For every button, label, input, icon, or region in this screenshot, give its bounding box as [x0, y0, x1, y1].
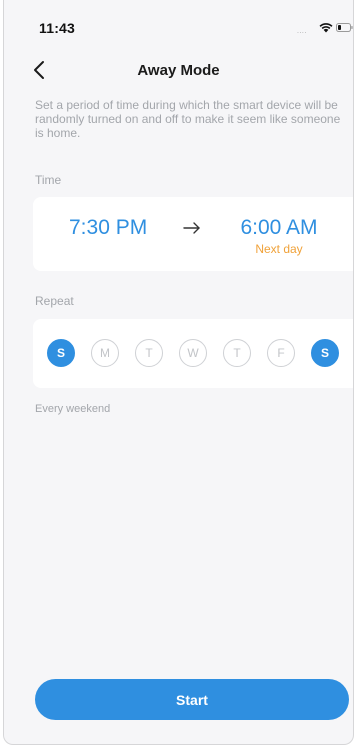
- day-toggle-friday[interactable]: F: [267, 339, 295, 367]
- day-toggle-thursday[interactable]: T: [223, 339, 251, 367]
- repeat-section-label: Repeat: [35, 294, 74, 308]
- wifi-icon: [319, 23, 333, 33]
- time-section-label: Time: [35, 173, 62, 187]
- end-time-value[interactable]: 6:00 AM: [235, 216, 323, 240]
- away-mode-screen: 11:43 .... Away Mode Set a period of tim…: [3, 0, 354, 745]
- repeat-card: S M T W T F S: [33, 319, 353, 388]
- day-toggle-wednesday[interactable]: W: [179, 339, 207, 367]
- day-toggle-saturday[interactable]: S: [311, 339, 339, 367]
- end-time-group[interactable]: 6:00 AM Next day: [235, 197, 323, 271]
- day-toggle-sunday[interactable]: S: [47, 339, 75, 367]
- day-toggle-tuesday[interactable]: T: [135, 339, 163, 367]
- day-toggle-monday[interactable]: M: [91, 339, 119, 367]
- start-button[interactable]: Start: [35, 679, 349, 720]
- weekday-selector: S M T W T F S: [47, 339, 343, 369]
- battery-icon: [336, 23, 353, 32]
- signal-dots-icon: ....: [297, 28, 307, 35]
- next-day-note: Next day: [255, 242, 303, 256]
- page-title: Away Mode: [137, 62, 220, 79]
- repeat-summary: Every weekend: [35, 403, 111, 415]
- time-card: 7:30 PM 6:00 AM Next day: [33, 197, 353, 271]
- status-icons: ....: [283, 22, 353, 36]
- arrow-right-icon: [183, 222, 200, 234]
- nav-bar: Away Mode: [4, 50, 353, 90]
- start-time-value[interactable]: 7:30 PM: [69, 216, 147, 240]
- status-time: 11:43: [39, 20, 76, 36]
- status-bar: 11:43 ....: [4, 0, 353, 46]
- description-text: Set a period of time during which the sm…: [35, 98, 341, 140]
